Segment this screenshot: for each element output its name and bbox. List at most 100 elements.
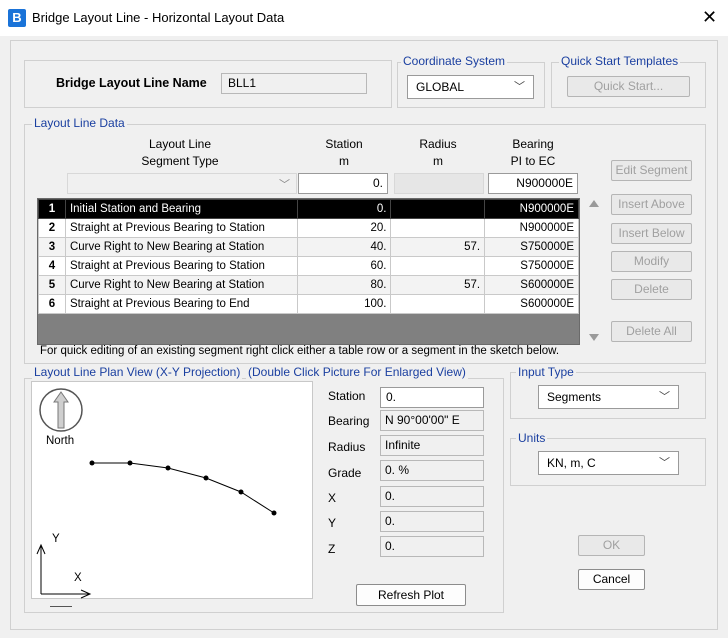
row-segment-type: Straight at Previous Bearing to Station bbox=[64, 218, 298, 238]
table-row[interactable]: 4 Straight at Previous Bearing to Statio… bbox=[38, 256, 579, 276]
bearing-readout: N 90°00'00" E bbox=[380, 410, 484, 431]
bearing-input[interactable]: N900000E bbox=[488, 173, 578, 194]
x-readout: 0. bbox=[380, 486, 484, 507]
plan-view-sketch bbox=[36, 388, 277, 599]
quick-start-button[interactable]: Quick Start... bbox=[567, 76, 690, 97]
input-type-select[interactable]: Segments ﹀ bbox=[538, 385, 679, 409]
delete-all-button[interactable]: Delete All bbox=[611, 321, 692, 342]
segment-type-select[interactable]: ﹀ bbox=[67, 173, 297, 194]
units-label: Units bbox=[516, 431, 548, 445]
header-radius: Radius bbox=[419, 137, 457, 151]
row-radius: 57. bbox=[390, 237, 486, 257]
refresh-plot-button[interactable]: Refresh Plot bbox=[356, 584, 466, 606]
row-radius bbox=[390, 199, 486, 219]
radius-readout: Infinite bbox=[380, 435, 484, 456]
axis-y-label: Y bbox=[52, 533, 60, 545]
row-station: 20. bbox=[296, 218, 392, 238]
header-bearing: Bearing bbox=[512, 137, 554, 151]
window-title: Bridge Layout Line - Horizontal Layout D… bbox=[32, 10, 285, 25]
header-bearing-unit: PI to EC bbox=[510, 154, 556, 168]
z-label: Z bbox=[328, 542, 336, 556]
layout-name-label: Bridge Layout Line Name bbox=[56, 76, 207, 90]
row-station: 80. bbox=[296, 275, 392, 295]
row-radius: 57. bbox=[390, 275, 486, 295]
row-segment-type: Straight at Previous Bearing to Station bbox=[64, 256, 298, 276]
quick-start-label: Quick Start Templates bbox=[559, 54, 681, 68]
plan-view-label: Layout Line Plan View (X-Y Projection) bbox=[32, 365, 243, 379]
y-label: Y bbox=[328, 516, 337, 530]
cancel-button[interactable]: Cancel bbox=[578, 569, 645, 590]
ok-button[interactable]: OK bbox=[578, 535, 645, 556]
north-label: North bbox=[46, 435, 75, 447]
axis-x-label: X bbox=[74, 572, 82, 584]
row-radius bbox=[390, 218, 486, 238]
chevron-down-icon: ﹀ bbox=[659, 457, 670, 469]
header-segment-type-2: Segment Type bbox=[141, 154, 219, 168]
row-segment-type: Curve Right to New Bearing at Station bbox=[64, 275, 298, 295]
row-bearing: S600000E bbox=[484, 294, 579, 314]
close-icon[interactable]: ✕ bbox=[702, 7, 717, 27]
row-segment-type: Curve Right to New Bearing at Station bbox=[64, 237, 298, 257]
quick-edit-hint: For quick editing of an existing segment… bbox=[40, 345, 560, 357]
layout-point bbox=[271, 510, 277, 516]
table-row[interactable]: 5 Curve Right to New Bearing at Station … bbox=[38, 275, 579, 295]
y-readout: 0. bbox=[380, 511, 484, 532]
insert-below-button[interactable]: Insert Below bbox=[611, 223, 692, 244]
scroll-up-icon[interactable] bbox=[589, 200, 599, 207]
station-readout-field[interactable]: 0. bbox=[380, 387, 484, 408]
bearing-label: Bearing bbox=[328, 414, 370, 428]
radius-label: Radius bbox=[328, 440, 366, 454]
row-bearing: S600000E bbox=[484, 275, 579, 295]
row-bearing: S750000E bbox=[484, 237, 579, 257]
edit-segment-button[interactable]: Edit Segment bbox=[611, 160, 692, 181]
layout-line-polyline bbox=[92, 462, 275, 514]
layout-point bbox=[165, 465, 171, 471]
header-station: Station bbox=[325, 137, 363, 151]
units-value: KN, m, C bbox=[547, 456, 596, 470]
delete-button[interactable]: Delete bbox=[611, 279, 692, 300]
row-bearing: S750000E bbox=[484, 256, 579, 276]
units-select[interactable]: KN, m, C ﹀ bbox=[538, 451, 679, 475]
scroll-down-icon[interactable] bbox=[589, 334, 599, 341]
header-segment-type-line1: Layout Line bbox=[148, 137, 212, 151]
modify-button[interactable]: Modify bbox=[611, 251, 692, 272]
row-station: 0. bbox=[296, 199, 392, 219]
insert-above-button[interactable]: Insert Above bbox=[611, 194, 692, 215]
layout-point bbox=[127, 460, 133, 466]
station-input[interactable]: 0. bbox=[298, 173, 388, 194]
header-segment-type: Layout Line bbox=[110, 136, 250, 152]
row-bearing: N900000E bbox=[484, 218, 579, 238]
input-type-label: Input Type bbox=[516, 365, 576, 379]
layout-line-data-label: Layout Line Data bbox=[32, 116, 127, 130]
plan-view-canvas[interactable] bbox=[31, 381, 313, 599]
radius-input[interactable] bbox=[394, 173, 484, 194]
chevron-down-icon: ﹀ bbox=[659, 391, 670, 403]
plan-view-sublabel: (Double Click Picture For Enlarged View) bbox=[246, 365, 468, 379]
header-radius-unit: m bbox=[433, 154, 443, 168]
row-segment-type: Straight at Previous Bearing to End bbox=[64, 294, 298, 314]
table-row[interactable]: 2 Straight at Previous Bearing to Statio… bbox=[38, 218, 579, 238]
row-number: 6 bbox=[38, 294, 66, 314]
coordinate-system-select[interactable]: GLOBAL ﹀ bbox=[407, 75, 534, 99]
table-scrollbar[interactable] bbox=[586, 198, 602, 345]
z-readout: 0. bbox=[380, 536, 484, 557]
row-number: 2 bbox=[38, 218, 66, 238]
coordinate-system-label: Coordinate System bbox=[401, 54, 508, 68]
row-station: 60. bbox=[296, 256, 392, 276]
row-station: 100. bbox=[296, 294, 392, 314]
input-type-value: Segments bbox=[547, 390, 602, 404]
table-row[interactable]: 6 Straight at Previous Bearing to End 10… bbox=[38, 294, 579, 314]
row-number: 3 bbox=[38, 237, 66, 257]
row-number: 4 bbox=[38, 256, 66, 276]
row-station: 40. bbox=[296, 237, 392, 257]
north-arrow-icon bbox=[53, 391, 69, 429]
table-row[interactable]: 3 Curve Right to New Bearing at Station … bbox=[38, 237, 579, 257]
table-row[interactable]: 1 Initial Station and Bearing 0. N900000… bbox=[38, 199, 579, 219]
coordinate-system-value: GLOBAL bbox=[416, 80, 465, 94]
row-bearing: N900000E bbox=[484, 199, 579, 219]
scale-bar bbox=[50, 606, 72, 607]
layout-point bbox=[89, 460, 95, 466]
layout-name-field[interactable]: BLL1 bbox=[221, 73, 367, 94]
layout-point bbox=[238, 489, 244, 495]
row-number: 1 bbox=[38, 199, 66, 219]
